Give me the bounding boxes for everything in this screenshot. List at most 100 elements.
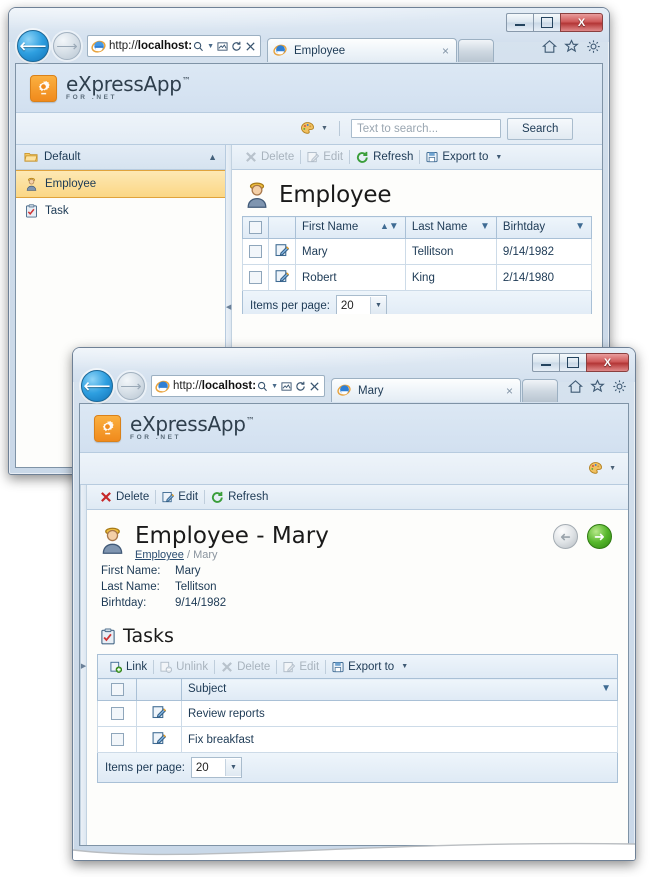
minimize-button[interactable] — [506, 13, 533, 32]
internet-explorer-icon — [155, 379, 170, 394]
edit-button[interactable]: Edit — [277, 658, 325, 676]
search-button[interactable]: Search — [506, 117, 574, 140]
select-all-header[interactable] — [97, 678, 137, 702]
export-to-button[interactable]: Export to ▼ — [420, 148, 508, 166]
breadcrumb-link-employee[interactable]: Employee — [135, 549, 184, 561]
filter-icon[interactable]: ▼ — [575, 221, 585, 232]
palette-icon[interactable] — [588, 461, 603, 476]
browser-window-employee-detail[interactable]: X ⟵ ⟶ http://localhost: ▼ Mary × eXpress… — [72, 347, 636, 861]
address-bar-icons[interactable]: ▼ — [193, 41, 258, 52]
tasks-grid: ▼ Subject Review reports Fix breakfast — [97, 678, 618, 754]
window-controls-w1[interactable]: X — [506, 13, 603, 32]
chevron-down-icon[interactable]: ▼ — [495, 154, 502, 161]
link-button[interactable]: Link — [104, 658, 153, 676]
previous-record-button[interactable]: ➜ — [553, 524, 578, 549]
row-select-cell[interactable] — [97, 726, 137, 754]
address-bar-icons[interactable]: ▼ — [257, 381, 322, 392]
tab-employee[interactable]: Employee × — [267, 38, 457, 62]
row-checkbox[interactable] — [249, 245, 262, 258]
sidebar-item-label: Task — [45, 205, 69, 217]
back-button[interactable]: ⟵ — [81, 370, 113, 402]
maximize-button[interactable] — [559, 353, 586, 372]
filter-icon[interactable]: ▼ — [601, 683, 611, 694]
sidebar-splitter[interactable]: ▶ — [80, 485, 87, 845]
close-button[interactable]: X — [560, 13, 603, 32]
close-button[interactable]: X — [586, 353, 629, 372]
detail-view-toolbar: Delete Edit Refresh — [87, 485, 628, 510]
chevron-up-icon[interactable]: ▲ — [208, 152, 217, 162]
next-record-button[interactable]: ➜ — [587, 524, 612, 549]
row-select-cell[interactable] — [242, 264, 269, 291]
delete-button[interactable]: Delete — [215, 658, 276, 676]
row-edit-cell[interactable] — [136, 726, 182, 754]
sidebar-item-employee[interactable]: Employee — [16, 170, 225, 198]
chevron-down-icon[interactable]: ▼ — [369, 297, 386, 314]
row-checkbox[interactable] — [110, 733, 124, 747]
forward-button[interactable]: ⟶ — [53, 32, 81, 60]
page-title: Employee - Mary — [135, 523, 329, 549]
theme-dropdown-caret-icon[interactable]: ▼ — [609, 465, 616, 472]
address-bar[interactable]: http://localhost: ▼ — [87, 35, 261, 57]
column-header-subject[interactable]: ▼ Subject — [181, 678, 618, 702]
row-edit-cell[interactable] — [268, 238, 296, 265]
tab-mary[interactable]: Mary × — [331, 378, 521, 402]
task-icon — [24, 204, 38, 218]
select-all-checkbox[interactable] — [110, 683, 124, 697]
forward-button[interactable]: ⟶ — [117, 372, 145, 400]
palette-icon[interactable] — [300, 121, 315, 136]
employee-grid: ▼ ▲ First Name ▼ Last Name ▼ Birhtday Ma… — [242, 216, 593, 291]
column-header-last-name[interactable]: ▼ Last Name — [404, 216, 497, 239]
address-bar[interactable]: http://localhost: ▼ — [151, 375, 325, 397]
sort-asc-icon[interactable]: ▲ — [380, 221, 389, 231]
theme-dropdown-caret-icon[interactable]: ▼ — [321, 125, 328, 132]
column-header-birthday[interactable]: ▼ Birhtday — [495, 216, 593, 239]
tab-close-icon[interactable]: × — [439, 44, 452, 58]
chevron-down-icon[interactable]: ▼ — [271, 383, 278, 390]
table-row[interactable]: Mary Tellitson 9/14/1982 — [242, 238, 593, 265]
export-to-button[interactable]: Export to ▼ — [326, 658, 414, 676]
back-button[interactable]: ⟵ — [17, 30, 49, 62]
row-checkbox[interactable] — [249, 271, 262, 284]
minimize-button[interactable] — [532, 353, 559, 372]
select-all-checkbox[interactable] — [249, 221, 262, 234]
column-header-first-name[interactable]: ▼ ▲ First Name — [295, 216, 406, 239]
delete-button[interactable]: Delete — [94, 488, 155, 506]
address-url: http://localhost: — [173, 380, 257, 392]
table-row[interactable]: Fix breakfast — [97, 726, 618, 754]
refresh-button[interactable]: Refresh — [350, 148, 419, 166]
folder-icon — [24, 151, 38, 163]
nav-group-default[interactable]: Default ▲ — [16, 145, 225, 170]
new-tab-button[interactable] — [522, 379, 558, 402]
items-per-page-select[interactable]: 20 ▼ — [190, 757, 242, 779]
chevron-down-icon[interactable]: ▼ — [401, 663, 408, 670]
select-all-header[interactable] — [242, 216, 269, 239]
unlink-button[interactable]: Unlink — [154, 658, 214, 676]
field-last-name: Last Name: Tellitson — [101, 581, 618, 593]
edit-button[interactable]: Edit — [301, 148, 349, 166]
row-checkbox[interactable] — [110, 707, 124, 721]
table-row[interactable]: Review reports — [97, 700, 618, 728]
desktop-background: X ⟵ ⟶ http://localhost: ▼ Employee × eXp… — [0, 0, 650, 877]
edit-button[interactable]: Edit — [156, 488, 204, 506]
row-select-cell[interactable] — [242, 238, 269, 265]
sidebar-item-task[interactable]: Task — [16, 198, 225, 224]
filter-icon[interactable]: ▼ — [480, 221, 490, 232]
row-edit-cell[interactable] — [268, 264, 296, 291]
chevron-down-icon[interactable]: ▼ — [207, 43, 214, 50]
browser-toolbar-icons-w2[interactable] — [568, 378, 627, 394]
filter-icon[interactable]: ▼ — [389, 221, 399, 232]
new-tab-button[interactable] — [458, 39, 494, 62]
row-select-cell[interactable] — [97, 700, 137, 728]
browser-toolbar-icons-w1[interactable] — [542, 38, 601, 54]
chevron-down-icon[interactable]: ▼ — [224, 759, 241, 777]
refresh-button[interactable]: Refresh — [205, 488, 274, 506]
window-controls-w2[interactable]: X — [532, 353, 629, 372]
row-edit-cell[interactable] — [136, 700, 182, 728]
maximize-button[interactable] — [533, 13, 560, 32]
table-row[interactable]: Robert King 2/14/1980 — [242, 264, 593, 291]
tab-close-icon[interactable]: × — [503, 384, 516, 398]
detail-view-area: Employee - Mary Employee / Mary ➜ ➜ Firs… — [87, 510, 628, 845]
search-input[interactable]: Text to search... — [350, 119, 501, 138]
items-per-page-select[interactable]: 20 ▼ — [335, 295, 387, 314]
delete-button[interactable]: Delete — [239, 148, 300, 166]
